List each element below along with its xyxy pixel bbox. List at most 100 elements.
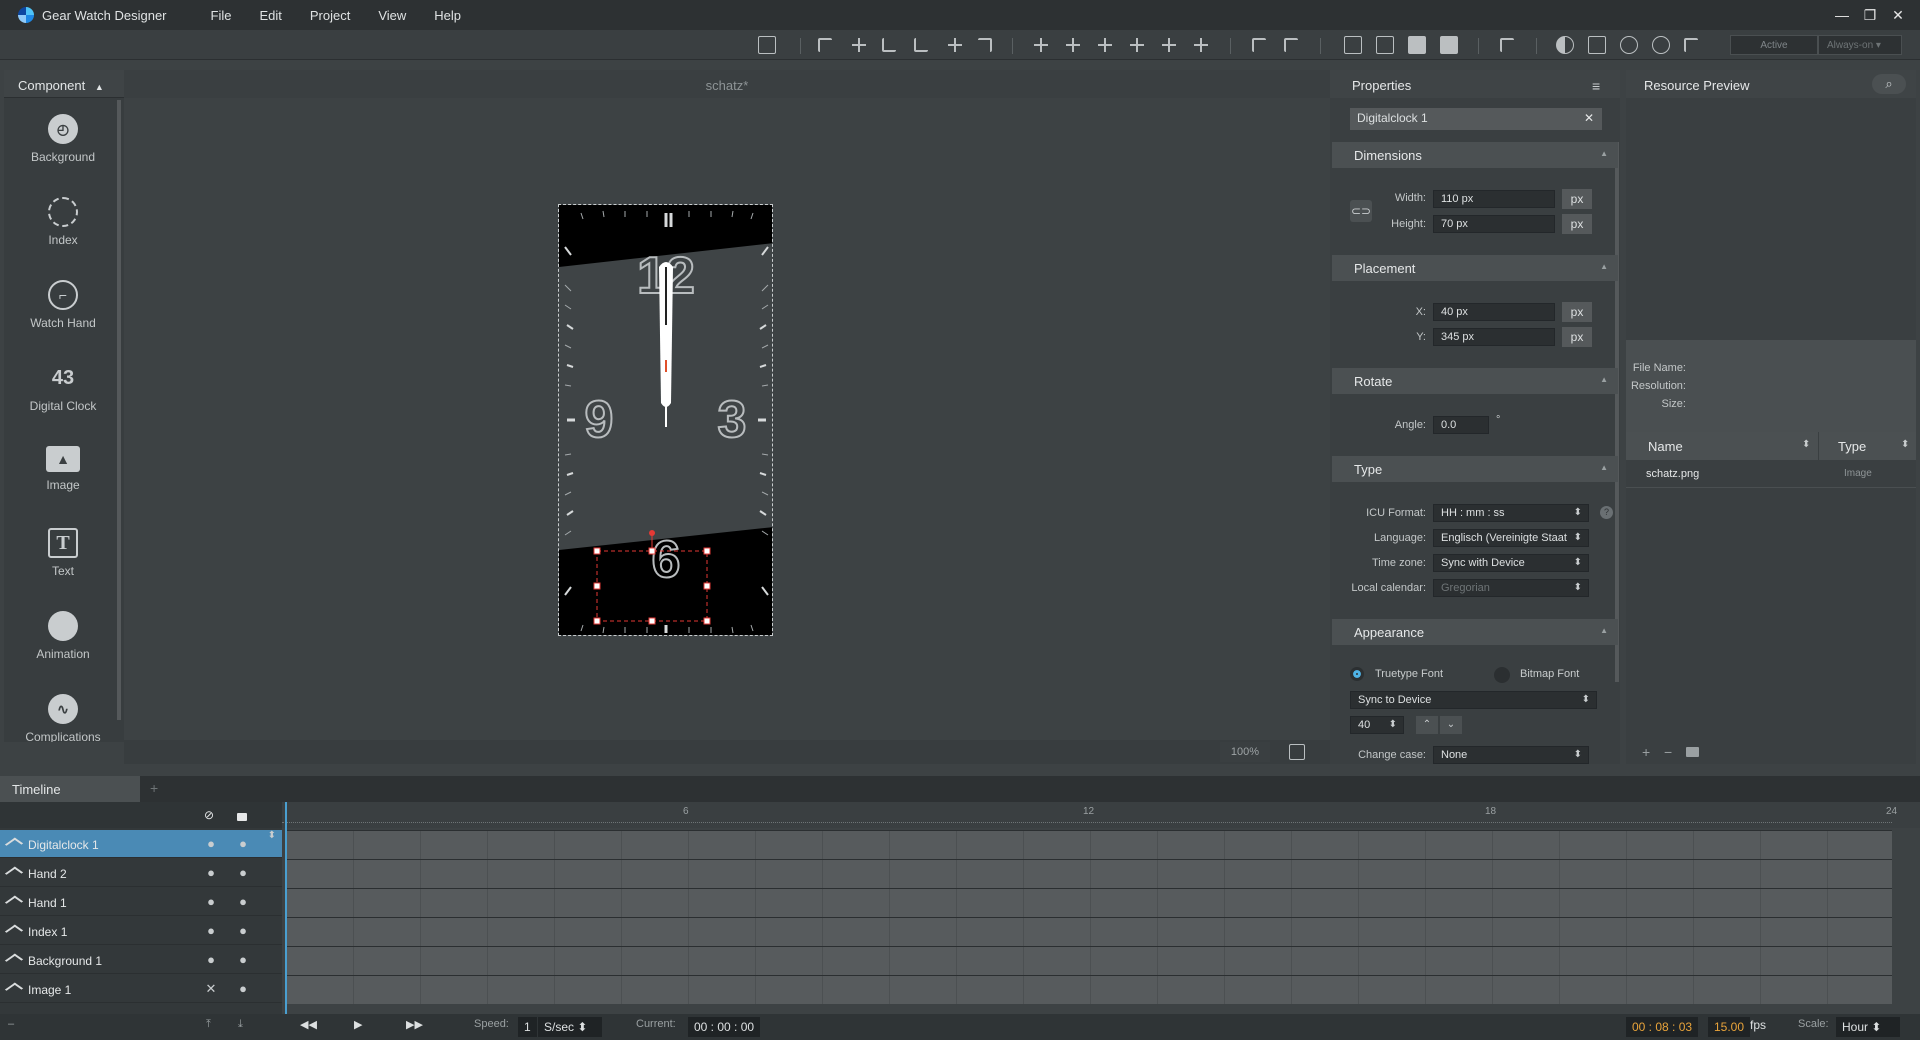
- truetype-radio[interactable]: [1350, 667, 1364, 681]
- record-icon[interactable]: [1620, 36, 1638, 54]
- layer-visible-toggle[interactable]: ●: [204, 865, 218, 880]
- move-layer-down-icon[interactable]: ⤓: [238, 1018, 243, 1031]
- layer-lock-toggle[interactable]: ●: [236, 865, 250, 880]
- layer-background-1[interactable]: Background 1 ● ●: [0, 946, 282, 974]
- build-icon[interactable]: [1500, 38, 1514, 52]
- align-middle-icon[interactable]: [850, 36, 868, 54]
- settings-icon[interactable]: [1652, 36, 1670, 54]
- same-height-icon[interactable]: [1284, 38, 1298, 52]
- calendar-select[interactable]: Gregorian: [1433, 579, 1589, 597]
- mode-toggle-icon[interactable]: [1556, 36, 1574, 54]
- selected-component-field[interactable]: Digitalclock 1 ✕: [1350, 108, 1602, 130]
- layer-image-1[interactable]: Image 1 ✕ ●: [0, 975, 282, 1003]
- angle-input[interactable]: 0.0: [1433, 416, 1489, 434]
- distribute-bottom-icon[interactable]: [1096, 36, 1114, 54]
- link-ratio-icon[interactable]: ⊂⊃: [1350, 200, 1372, 222]
- collapse-layers-icon[interactable]: –: [8, 1018, 14, 1030]
- clear-selection-icon[interactable]: ✕: [1584, 108, 1594, 128]
- layer-hand-2[interactable]: Hand 2 ● ●: [0, 859, 282, 887]
- menu-help[interactable]: Help: [434, 8, 461, 23]
- layer-lock-toggle[interactable]: ●: [236, 981, 250, 996]
- mode-aod-button[interactable]: Always-on ▾: [1818, 35, 1902, 55]
- remove-resource-icon[interactable]: −: [1664, 744, 1672, 760]
- sort-name-icon[interactable]: ⬍: [1802, 439, 1810, 450]
- layer-lock-toggle[interactable]: ●: [236, 923, 250, 938]
- distribute-top-icon[interactable]: [1032, 36, 1050, 54]
- size-up-icon[interactable]: ⌃: [1416, 716, 1438, 734]
- send-back-icon[interactable]: [1440, 36, 1458, 54]
- align-left-icon[interactable]: [914, 38, 928, 52]
- bring-front-icon[interactable]: [1344, 36, 1362, 54]
- component-text[interactable]: T Text: [4, 528, 122, 578]
- appearance-header[interactable]: Appearance: [1332, 619, 1618, 645]
- menu-file[interactable]: File: [211, 8, 232, 23]
- font-size-select[interactable]: 40: [1350, 716, 1404, 734]
- layer-index-1[interactable]: Index 1 ● ●: [0, 917, 282, 945]
- same-width-icon[interactable]: [1252, 38, 1266, 52]
- y-input[interactable]: 345 px: [1433, 328, 1555, 346]
- menu-edit[interactable]: Edit: [259, 8, 281, 23]
- search-icon[interactable]: ⌕: [1872, 74, 1906, 94]
- layer-visible-toggle[interactable]: ●: [204, 952, 218, 967]
- y-unit-button[interactable]: px: [1562, 327, 1592, 347]
- layer-visible-toggle[interactable]: ●: [204, 836, 218, 851]
- align-center-icon[interactable]: [946, 36, 964, 54]
- add-resource-icon[interactable]: +: [1642, 744, 1650, 760]
- layer-lock-toggle[interactable]: ●: [236, 836, 250, 851]
- rewind-icon[interactable]: ◀◀: [300, 1018, 317, 1031]
- component-image[interactable]: ▲ Image: [4, 446, 122, 492]
- lock-icon[interactable]: [237, 813, 247, 821]
- component-watch-hand[interactable]: ⌐ Watch Hand: [4, 280, 122, 330]
- layer-visible-toggle[interactable]: ●: [204, 923, 218, 938]
- component-background[interactable]: ◴ Background: [4, 114, 122, 164]
- current-time-input[interactable]: 00 : 00 : 00: [688, 1017, 761, 1037]
- column-name[interactable]: Name: [1648, 439, 1683, 454]
- x-input[interactable]: 40 px: [1433, 303, 1555, 321]
- bitmap-radio[interactable]: [1494, 667, 1510, 683]
- minimize-icon[interactable]: —: [1828, 7, 1856, 23]
- component-complications[interactable]: ∿ Complications: [4, 694, 122, 742]
- layer-digitalclock-1[interactable]: Digitalclock 1 ● ●: [0, 830, 282, 858]
- properties-menu-icon[interactable]: ≡: [1592, 78, 1600, 94]
- distribute-right-icon[interactable]: [1192, 36, 1210, 54]
- column-type[interactable]: Type: [1838, 439, 1866, 454]
- component-panel-header[interactable]: Component ▲: [4, 70, 124, 98]
- align-right-icon[interactable]: [978, 38, 992, 52]
- speed-input[interactable]: 1: [518, 1017, 537, 1037]
- change-case-select[interactable]: None: [1433, 746, 1589, 764]
- canvas-tab[interactable]: schatz*: [124, 70, 1330, 98]
- placement-header[interactable]: Placement: [1332, 255, 1618, 281]
- distribute-center-icon[interactable]: [1160, 36, 1178, 54]
- align-top-icon[interactable]: [818, 38, 832, 52]
- bring-forward-icon[interactable]: [1376, 36, 1394, 54]
- width-unit-button[interactable]: px: [1562, 189, 1592, 209]
- timezone-select[interactable]: Sync with Device: [1433, 554, 1589, 572]
- rotate-header[interactable]: Rotate: [1332, 368, 1618, 394]
- properties-scrollbar[interactable]: [1615, 142, 1619, 682]
- component-index[interactable]: Index: [4, 197, 122, 247]
- add-timeline-tab[interactable]: +: [150, 780, 158, 796]
- fit-canvas-icon[interactable]: [1289, 744, 1305, 760]
- size-down-icon[interactable]: ⌄: [1440, 716, 1462, 734]
- component-digital-clock[interactable]: 43 Digital Clock: [4, 363, 122, 414]
- fit-screen-icon[interactable]: [758, 36, 776, 54]
- speed-unit-select[interactable]: S/sec ⬍: [538, 1017, 602, 1037]
- distribute-middle-icon[interactable]: [1064, 36, 1082, 54]
- run-icon[interactable]: [1588, 36, 1606, 54]
- x-unit-button[interactable]: px: [1562, 302, 1592, 322]
- menu-view[interactable]: View: [378, 8, 406, 23]
- store-icon[interactable]: [1684, 38, 1698, 52]
- zoom-level[interactable]: 100%: [1220, 742, 1270, 762]
- folder-icon[interactable]: [1686, 747, 1699, 757]
- play-icon[interactable]: ▶: [354, 1018, 362, 1031]
- scale-select[interactable]: Hour ⬍: [1836, 1017, 1900, 1037]
- close-window-icon[interactable]: ✕: [1884, 7, 1912, 24]
- timeline-tab[interactable]: Timeline: [0, 776, 140, 802]
- collapse-icon[interactable]: ▲: [95, 82, 104, 92]
- height-unit-button[interactable]: px: [1562, 214, 1592, 234]
- fast-forward-icon[interactable]: ▶▶: [406, 1018, 423, 1031]
- move-layer-up-icon[interactable]: ⤒: [206, 1018, 211, 1031]
- sort-type-icon[interactable]: ⬍: [1901, 439, 1909, 450]
- watch-face[interactable]: 12 9 3 6: [558, 204, 773, 636]
- icu-format-select[interactable]: HH : mm : ss: [1433, 504, 1589, 522]
